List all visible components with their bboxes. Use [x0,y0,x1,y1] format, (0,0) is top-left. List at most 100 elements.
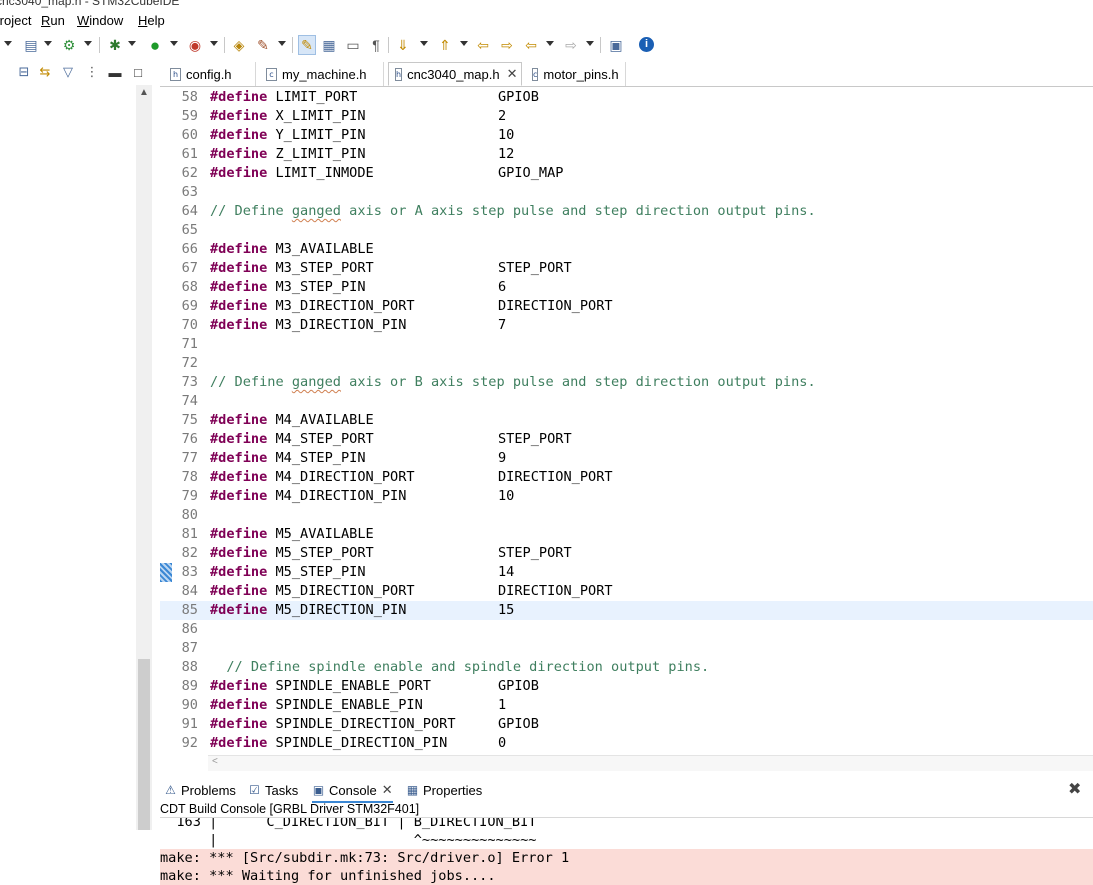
code-line[interactable]: 77 #define M4_STEP_PIN 9 [160,449,1093,468]
mark-occurrences-icon[interactable]: ✎ [298,35,316,55]
scrollbar-thumb[interactable] [138,659,150,830]
code-line[interactable]: 92 #define SPINDLE_DIRECTION_PIN 0 [160,734,1093,753]
code-line[interactable]: 79 #define M4_DIRECTION_PIN 10 [160,487,1093,506]
collapse-all-icon[interactable]: ⊟ [16,64,32,80]
code-line[interactable]: 63 [160,183,1093,202]
forward-edit-icon[interactable]: ⇨ [498,35,516,55]
dropdown-arrow-icon[interactable] [84,41,92,46]
dropdown-arrow-icon[interactable] [420,41,428,46]
new-c-file-icon[interactable]: ▤ [22,35,40,55]
code-line[interactable]: 58 #define LIMIT_PORT GPIOB [160,88,1093,107]
code-editor[interactable]: 58 #define LIMIT_PORT GPIOB 59 #define X_LIM… [160,87,1093,755]
code-line[interactable]: 78 #define M4_DIRECTION_PORT DIRECTION_POR… [160,468,1093,487]
keyword: #define [210,298,268,314]
close-tab-icon[interactable]: ✕ [507,66,518,82]
scroll-up-icon[interactable]: ▲ [139,87,149,98]
code-line[interactable]: 60 #define Y_LIMIT_PIN 10 [160,126,1093,145]
scroll-left-icon[interactable]: < [212,756,218,767]
code-line[interactable]: 88 // Define spindle enable and spindle … [160,658,1093,677]
external-tools-icon[interactable]: ◉ [186,35,204,55]
code-line[interactable]: 85 #define M5_DIRECTION_PIN 15 [160,601,1093,620]
code-line[interactable]: 59 #define X_LIMIT_PIN 2 [160,107,1093,126]
code-line[interactable]: 69 #define M3_DIRECTION_PORT DIRECTION_POR… [160,297,1093,316]
previous-annotation-icon[interactable]: ⇑ [436,35,454,55]
code-text: #define SPINDLE_DIRECTION_PORT [210,715,456,734]
menu-window[interactable]: Window [77,13,123,28]
code-line[interactable]: 73 // Define ganged axis or B axis step p… [160,373,1093,392]
horizontal-scrollbar[interactable]: < [208,755,1093,771]
minimize-icon[interactable]: ▬ [107,64,123,80]
code-line[interactable]: 81 #define M5_AVAILABLE [160,525,1093,544]
code-line[interactable]: 67 #define M3_STEP_PORT STEP_PORT [160,259,1093,278]
editor-tab-cnc3040-map-h[interactable]: h cnc3040_map.h ✕ [388,62,522,86]
dropdown-arrow-icon[interactable] [4,41,12,46]
code-line[interactable]: 74 [160,392,1093,411]
code-line[interactable]: 66 #define M3_AVAILABLE [160,240,1093,259]
code-line[interactable]: 84 #define M5_DIRECTION_PORT DIRECTION_POR… [160,582,1093,601]
open-task-icon[interactable]: ✎ [254,35,272,55]
code-line[interactable]: 80 [160,506,1093,525]
editor-tab-my-machine-h[interactable]: c my_machine.h [260,62,384,86]
remove-launch-icon[interactable]: ✖ [1068,779,1081,799]
code-line[interactable]: 82 #define M5_STEP_PORT STEP_PORT [160,544,1093,563]
code-line[interactable]: 89 #define SPINDLE_ENABLE_PORT GPIOB [160,677,1093,696]
vertical-scrollbar[interactable]: ▲ [136,85,152,830]
run-icon[interactable]: ● [146,35,164,55]
code-line[interactable]: 68 #define M3_STEP_PIN 6 [160,278,1093,297]
line-number: 77 [181,450,198,466]
menu-help[interactable]: Help [138,13,165,28]
dropdown-arrow-icon[interactable] [460,41,468,46]
code-line[interactable]: 91 #define SPINDLE_DIRECTION_PORT GPIOB [160,715,1093,734]
open-type-icon[interactable]: ◈ [230,35,248,55]
code-line[interactable]: 61 #define Z_LIMIT_PIN 12 [160,145,1093,164]
console-output[interactable]: 163 | C_DIRECTION_BIT | B_DIRECTION_BIT … [160,817,1093,885]
dropdown-arrow-icon[interactable] [546,41,554,46]
info-icon[interactable]: i [639,37,654,52]
code-line[interactable]: 76 #define M4_STEP_PORT STEP_PORT [160,430,1093,449]
block-selection-icon[interactable]: ▭ [344,35,362,55]
panel-tab-problems[interactable]: ⚠ Problems [164,779,236,801]
show-whitespace-icon[interactable]: ¶ [367,35,385,55]
dropdown-arrow-icon[interactable] [128,41,136,46]
code-line[interactable]: 83 #define M5_STEP_PIN 14 [160,563,1093,582]
close-tab-icon[interactable]: ✕ [382,782,393,798]
back-icon[interactable]: ⇦ [522,35,540,55]
next-annotation-icon[interactable]: ⇓ [394,35,412,55]
build-icon[interactable]: ⚙ [60,35,78,55]
panel-tab-console[interactable]: ▣ Console ✕ [312,779,393,803]
code-line[interactable]: 71 [160,335,1093,354]
menu-run[interactable]: Run [41,13,65,28]
forward-icon[interactable]: ⇨ [562,35,580,55]
filter-icon[interactable]: ▽ [60,64,76,80]
editor-tab-motor-pins-h[interactable]: c motor_pins.h [526,62,626,86]
code-text: #define M5_STEP_PIN [210,563,366,582]
maximize-icon[interactable]: □ [130,64,146,80]
keyword: #define [210,317,268,333]
code-line[interactable]: 86 [160,620,1093,639]
dropdown-arrow-icon[interactable] [170,41,178,46]
view-menu-icon[interactable]: ⋮ [84,64,100,80]
code-line[interactable]: 70 #define M3_DIRECTION_PIN 7 [160,316,1093,335]
dropdown-arrow-icon[interactable] [210,41,218,46]
code-line[interactable]: 72 [160,354,1093,373]
code-text: #define Z_LIMIT_PIN [210,145,366,164]
code-line[interactable]: 75 #define M4_AVAILABLE [160,411,1093,430]
word-wrap-icon[interactable]: ▦ [320,35,338,55]
dropdown-arrow-icon[interactable] [278,41,286,46]
code-line[interactable]: 65 [160,221,1093,240]
code-line[interactable]: 64 // Define ganged axis or A axis step p… [160,202,1093,221]
code-line[interactable]: 90 #define SPINDLE_ENABLE_PIN 1 [160,696,1093,715]
menu-project[interactable]: Project [0,13,31,28]
code-line[interactable]: 62 #define LIMIT_INMODE GPIO_MAP [160,164,1093,183]
panel-tab-properties[interactable]: ▦ Properties [406,779,482,801]
open-perspective-icon[interactable]: ▣ [607,35,625,55]
dropdown-arrow-icon[interactable] [44,41,52,46]
link-with-editor-icon[interactable]: ⇆ [37,64,53,80]
code-line[interactable]: 87 [160,639,1093,658]
last-edit-location-icon[interactable]: ⇦ [474,35,492,55]
dropdown-arrow-icon[interactable] [586,41,594,46]
editor-tab-config-h[interactable]: h config.h [164,62,256,86]
code-text: #define M5_DIRECTION_PORT [210,582,415,601]
debug-icon[interactable]: ✱ [106,35,124,55]
panel-tab-tasks[interactable]: ☑ Tasks [248,779,298,801]
